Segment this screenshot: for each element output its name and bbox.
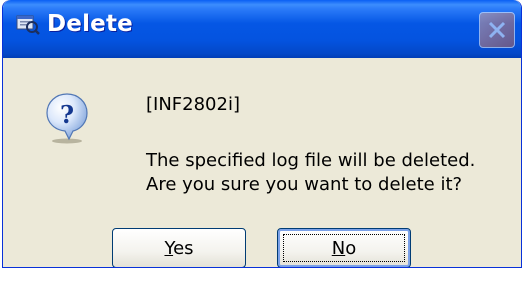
close-icon — [488, 21, 506, 39]
no-label-rest: o — [345, 237, 357, 259]
message-line-2: Are you sure you want to delete it? — [146, 174, 463, 195]
dialog-body: ? [INF2802i] The specified log file will… — [3, 58, 521, 267]
svg-text:?: ? — [60, 100, 74, 129]
message-line-1: The specified log file will be deleted. — [146, 150, 476, 171]
message-code: [INF2802i] — [146, 94, 240, 115]
window-icon — [16, 13, 40, 35]
no-mnemonic: N — [331, 237, 346, 259]
yes-label-rest: es — [173, 237, 194, 259]
yes-button[interactable]: Yes — [112, 228, 246, 267]
title-bar[interactable]: Delete — [3, 0, 521, 58]
delete-dialog: Delete ? [INF2802i] The specified log fi… — [2, 0, 522, 268]
no-button[interactable]: No — [277, 228, 411, 267]
close-button[interactable] — [479, 12, 515, 48]
yes-button-label: Yes — [164, 238, 193, 259]
window-title: Delete — [47, 11, 133, 37]
yes-mnemonic: Y — [164, 237, 174, 259]
question-icon: ? — [45, 92, 89, 144]
no-button-label: No — [332, 238, 356, 259]
